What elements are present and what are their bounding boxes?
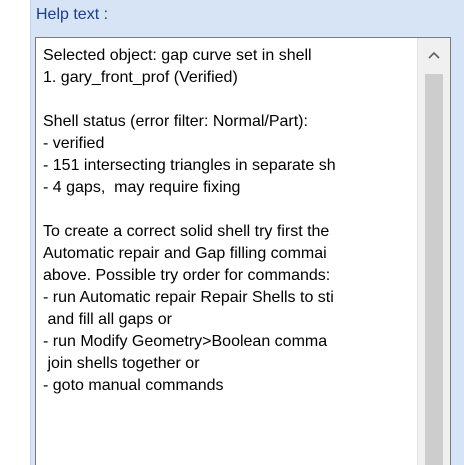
help-panel: Help text : Selected object: gap curve s…: [0, 0, 464, 465]
help-text-line: and fill all gaps or: [43, 311, 172, 328]
chevron-up-icon: [428, 51, 440, 59]
help-text-line: - goto manual commands: [43, 377, 224, 394]
scroll-up-button[interactable]: [418, 38, 450, 72]
help-text-label: Help text :: [36, 6, 109, 23]
help-text-line: [43, 199, 383, 221]
vertical-scrollbar[interactable]: [417, 38, 450, 465]
help-text-line: - run Automatic repair Repair Shells to …: [43, 289, 334, 306]
help-text-line: [43, 89, 383, 111]
scroll-thumb[interactable]: [425, 74, 443, 465]
help-text-line: Shell status (error filter: Normal/Part)…: [43, 113, 308, 130]
left-pane-edge: [0, 0, 31, 465]
help-text-box[interactable]: Selected object: gap curve set in shell …: [35, 37, 451, 465]
help-text-line: Selected object: gap curve set in shell: [43, 47, 312, 64]
help-text-content: Selected object: gap curve set in shell …: [43, 45, 383, 397]
help-text-line: Automatic repair and Gap filling commai: [43, 245, 327, 262]
help-text-line: join shells together or: [43, 355, 200, 372]
help-text-line: To create a correct solid shell try firs…: [43, 223, 330, 240]
help-text-line: above. Possible try order for commands:: [43, 267, 331, 284]
help-text-line: - verified: [43, 135, 105, 152]
help-text-line: 1. gary_front_prof (Verified): [43, 69, 238, 86]
help-text-line: - run Modify Geometry>Boolean comma: [43, 333, 328, 350]
help-text-line: - 4 gaps, may require fixing: [43, 179, 241, 196]
help-text-line: - 151 intersecting triangles in separate…: [43, 157, 336, 174]
